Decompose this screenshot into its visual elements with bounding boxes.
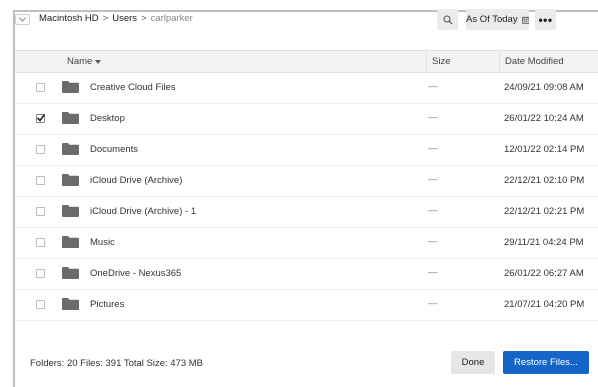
breadcrumb-users[interactable]: Users xyxy=(112,13,137,24)
file-date-modified: 12/01/22 02:14 PM xyxy=(504,144,585,155)
folder-icon xyxy=(62,174,79,186)
search-button[interactable] xyxy=(437,9,458,30)
row-checkbox[interactable] xyxy=(36,207,45,216)
table-row[interactable]: Creative Cloud Files — 24/09/21 09:08 AM xyxy=(15,72,598,104)
folder-icon xyxy=(62,81,79,93)
row-checkbox[interactable] xyxy=(36,269,45,278)
table-row[interactable]: Documents — 12/01/22 02:14 PM xyxy=(15,134,598,166)
column-divider xyxy=(499,51,500,72)
file-name: Documents xyxy=(90,144,139,155)
folder-icon xyxy=(62,298,79,310)
file-size: — xyxy=(428,205,438,216)
folder-icon xyxy=(62,205,79,217)
as-of-label: As Of Today xyxy=(466,14,518,25)
collapse-button[interactable] xyxy=(15,14,30,25)
file-date-modified: 26/01/22 10:24 AM xyxy=(504,113,584,124)
file-date-modified: 21/07/21 04:20 PM xyxy=(504,299,585,310)
row-checkbox[interactable] xyxy=(36,83,45,92)
breadcrumb-root[interactable]: Macintosh HD xyxy=(39,13,99,24)
file-size: — xyxy=(428,81,438,92)
table-header: Name Size Date Modified xyxy=(15,50,598,73)
file-name: OneDrive - Nexus365 xyxy=(90,268,182,279)
file-date-modified: 22/12/21 02:21 PM xyxy=(504,206,585,217)
file-name: Creative Cloud Files xyxy=(90,82,176,93)
file-name: Pictures xyxy=(90,299,125,310)
sort-down-icon xyxy=(95,59,102,64)
table-row[interactable]: Desktop — 26/01/22 10:24 AM xyxy=(15,103,598,135)
file-date-modified: 22/12/21 02:10 PM xyxy=(504,175,585,186)
file-date-modified: 26/01/22 06:27 AM xyxy=(504,268,584,279)
chevron-down-icon xyxy=(19,17,26,22)
row-checkbox[interactable] xyxy=(36,176,45,185)
as-of-date-button[interactable]: As Of Today xyxy=(466,9,529,30)
row-checkbox[interactable] xyxy=(36,114,46,123)
breadcrumb-current: carlparker xyxy=(150,13,193,24)
column-header-date[interactable]: Date Modified xyxy=(505,56,564,67)
folder-icon xyxy=(62,143,79,155)
table-row[interactable]: Pictures — 21/07/21 04:20 PM xyxy=(15,289,598,321)
file-size: — xyxy=(428,112,438,123)
file-name: Desktop xyxy=(90,113,125,124)
column-header-name[interactable]: Name xyxy=(67,56,102,67)
file-size: — xyxy=(428,267,438,278)
file-size: — xyxy=(428,298,438,309)
column-header-size[interactable]: Size xyxy=(432,56,450,67)
file-date-modified: 29/11/21 04:24 PM xyxy=(504,237,584,248)
search-icon xyxy=(442,14,452,24)
folder-icon xyxy=(62,236,79,248)
calendar-icon xyxy=(521,16,529,24)
breadcrumb-separator: > xyxy=(102,13,109,24)
file-name: Music xyxy=(90,237,115,248)
column-name-label: Name xyxy=(67,56,93,67)
row-checkbox[interactable] xyxy=(36,145,45,154)
table-row[interactable]: iCloud Drive (Archive) - 1 — 22/12/21 02:2… xyxy=(15,196,598,228)
more-options-button[interactable]: ••• xyxy=(535,9,556,30)
folder-icon xyxy=(62,112,79,124)
row-checkbox[interactable] xyxy=(36,238,45,247)
folder-summary: Folders: 20 Files: 391 Total Size: 473 M… xyxy=(30,358,204,369)
done-button[interactable]: Done xyxy=(451,351,495,374)
column-divider xyxy=(426,51,427,72)
breadcrumb: Macintosh HD > Users > carlparker xyxy=(39,13,193,24)
table-row[interactable]: Music — 29/11/21 04:24 PM xyxy=(15,227,598,259)
folder-icon xyxy=(62,267,79,279)
checkmark-icon xyxy=(36,114,46,122)
file-name: iCloud Drive (Archive) xyxy=(90,175,183,186)
file-name: iCloud Drive (Archive) - 1 xyxy=(90,206,197,217)
file-date-modified: 24/09/21 09:08 AM xyxy=(504,82,584,93)
file-size: — xyxy=(428,236,438,247)
file-size: — xyxy=(428,143,438,154)
table-row[interactable]: iCloud Drive (Archive) — 22/12/21 02:10 PM xyxy=(15,165,598,197)
row-checkbox[interactable] xyxy=(36,300,45,309)
restore-files-button[interactable]: Restore Files... xyxy=(503,351,589,374)
breadcrumb-separator: > xyxy=(141,13,147,24)
table-row[interactable]: OneDrive - Nexus365 — 26/01/22 06:27 AM xyxy=(15,258,598,290)
file-size: — xyxy=(428,174,438,185)
